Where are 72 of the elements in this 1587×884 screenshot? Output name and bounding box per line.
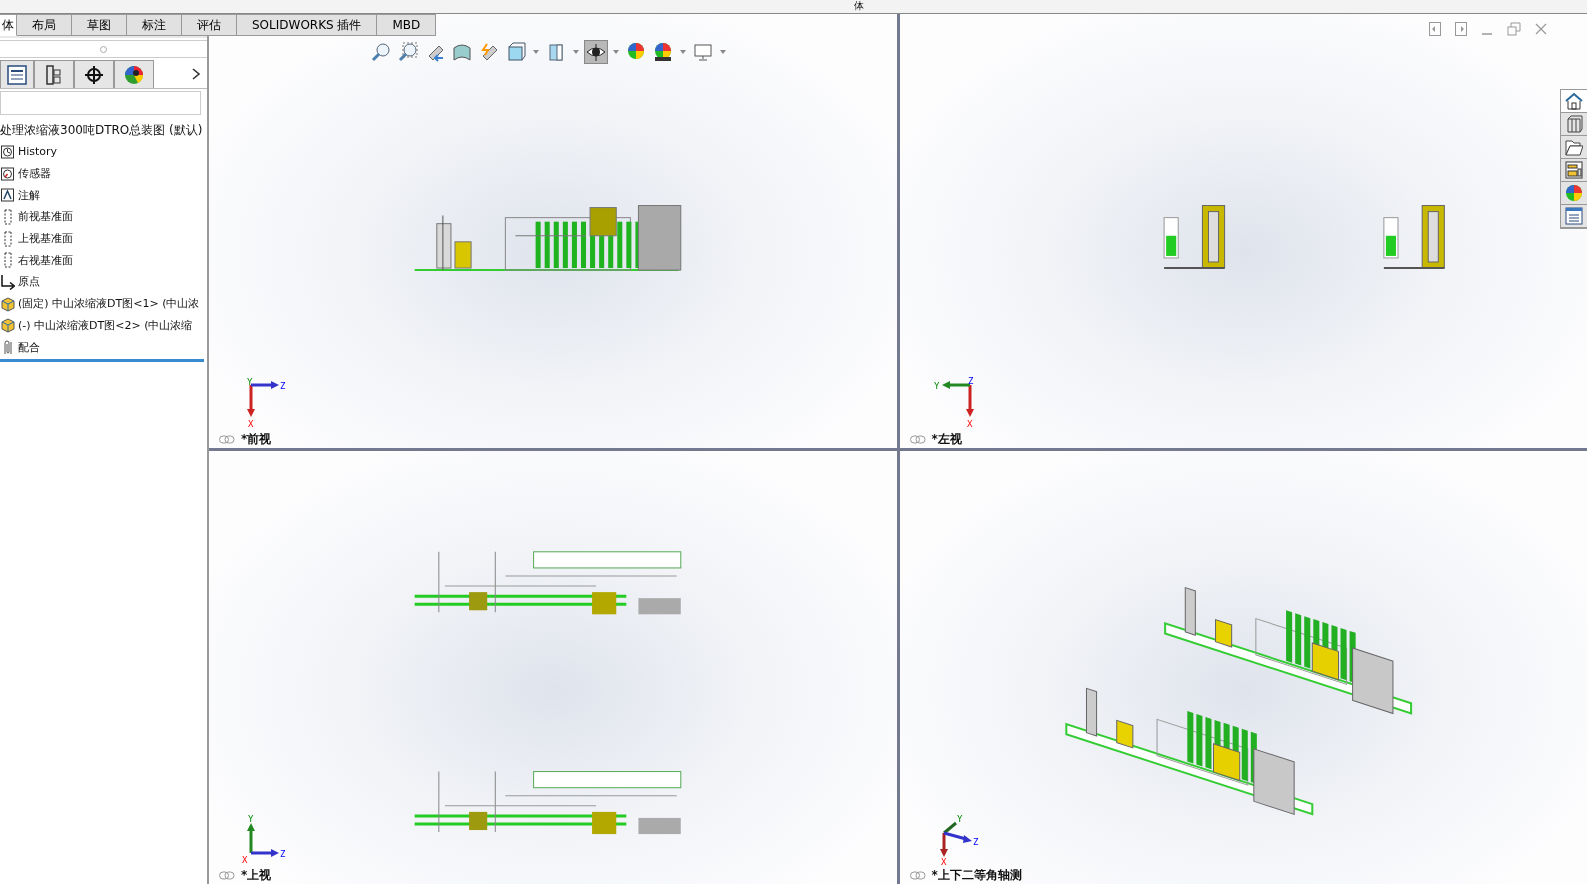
toolbar-label: 体 [853,0,864,13]
part-icon [1,317,15,334]
axis-label: X [248,418,254,429]
crosshair-icon [84,64,104,85]
tree-item-label[interactable]: 原点 [18,274,40,290]
command-tab[interactable]: 体 [0,14,17,36]
command-tab[interactable]: 草图 [72,14,127,36]
origin-icon [1,273,15,290]
hierarchy-icon [44,64,64,85]
link-icon [909,434,926,444]
zoom-fit-button[interactable] [369,40,393,64]
filter-field[interactable] [0,91,201,115]
axis-label: X [940,857,946,865]
view-name: *上视 [241,867,272,884]
axis-label: Z [972,837,978,847]
tree-item-label[interactable]: 配合 [18,339,40,355]
link-icon [909,871,926,880]
appearance-tab[interactable] [1561,182,1587,205]
axis-label: X [242,855,248,865]
axis-triad-drawing [247,823,279,857]
panel-tab[interactable] [114,60,154,88]
view-name: *前视 [241,430,272,448]
command-tab[interactable]: SOLIDWORKS 插件 [237,14,378,36]
link-icon [219,434,235,444]
panel-tab[interactable] [74,60,114,88]
axis-label: Z [967,376,973,386]
assembly-name[interactable]: 处理浓缩液300吨DTRO总装图 (默认) [0,119,207,141]
home-tab[interactable] [1561,90,1587,113]
link-icon [219,871,235,880]
axis-label: Y [956,814,962,824]
palette-tab[interactable] [1561,159,1587,182]
tree-item-label[interactable]: 上视基准面 [18,231,73,247]
plane-icon [1,230,15,247]
panel-tab[interactable] [0,60,34,88]
tree-item-label[interactable]: 注解 [18,187,40,203]
command-tab[interactable]: 评估 [182,14,237,36]
tree-item-label[interactable]: (固定) 中山浓缩液DT图<1> (中山浓 [18,296,200,312]
previous-view-icon[interactable] [1429,22,1441,36]
view-name: *上下二等角轴测 [931,867,1022,884]
mate-icon [1,339,15,356]
plane-icon [1,252,15,269]
part-icon [1,295,15,312]
axis-label: Y [247,376,253,387]
list-icon [6,64,28,85]
zoom-area-button[interactable] [396,40,420,64]
library-tab[interactable] [1561,113,1587,136]
tree-item-label[interactable]: (-) 中山浓缩液DT图<2> (中山浓缩 [18,317,193,333]
close-icon[interactable] [1535,23,1547,35]
properties-tab[interactable] [1561,205,1587,228]
folder-tab[interactable] [1561,136,1587,159]
command-tab[interactable]: MBD [377,14,437,36]
axis-label: Z [280,849,286,859]
color-ball-icon [124,64,144,85]
tree-item-label[interactable]: History [18,145,58,159]
equipment-drawing [1163,205,1225,270]
tree-item-label[interactable]: 前视基准面 [18,209,73,225]
next-view-icon[interactable] [1455,22,1467,36]
axis-label: X [966,418,972,429]
axis-label: Y [248,814,254,824]
hide-show-button[interactable] [584,40,608,64]
tree-item-label[interactable]: 传感器 [18,166,51,182]
command-tab[interactable]: 布局 [17,14,72,36]
axis-label: Y [933,380,939,391]
axis-triad-drawing [247,380,279,417]
axis-label: Z [280,380,286,391]
equipment-drawing [1382,205,1445,270]
command-tab[interactable]: 标注 [127,14,182,36]
view-name: *左视 [931,430,962,448]
chevron-right-icon[interactable] [191,67,201,81]
tree-item-label[interactable]: 右视基准面 [18,252,73,268]
plane-icon [1,208,15,225]
axis-triad-drawing [939,821,972,857]
